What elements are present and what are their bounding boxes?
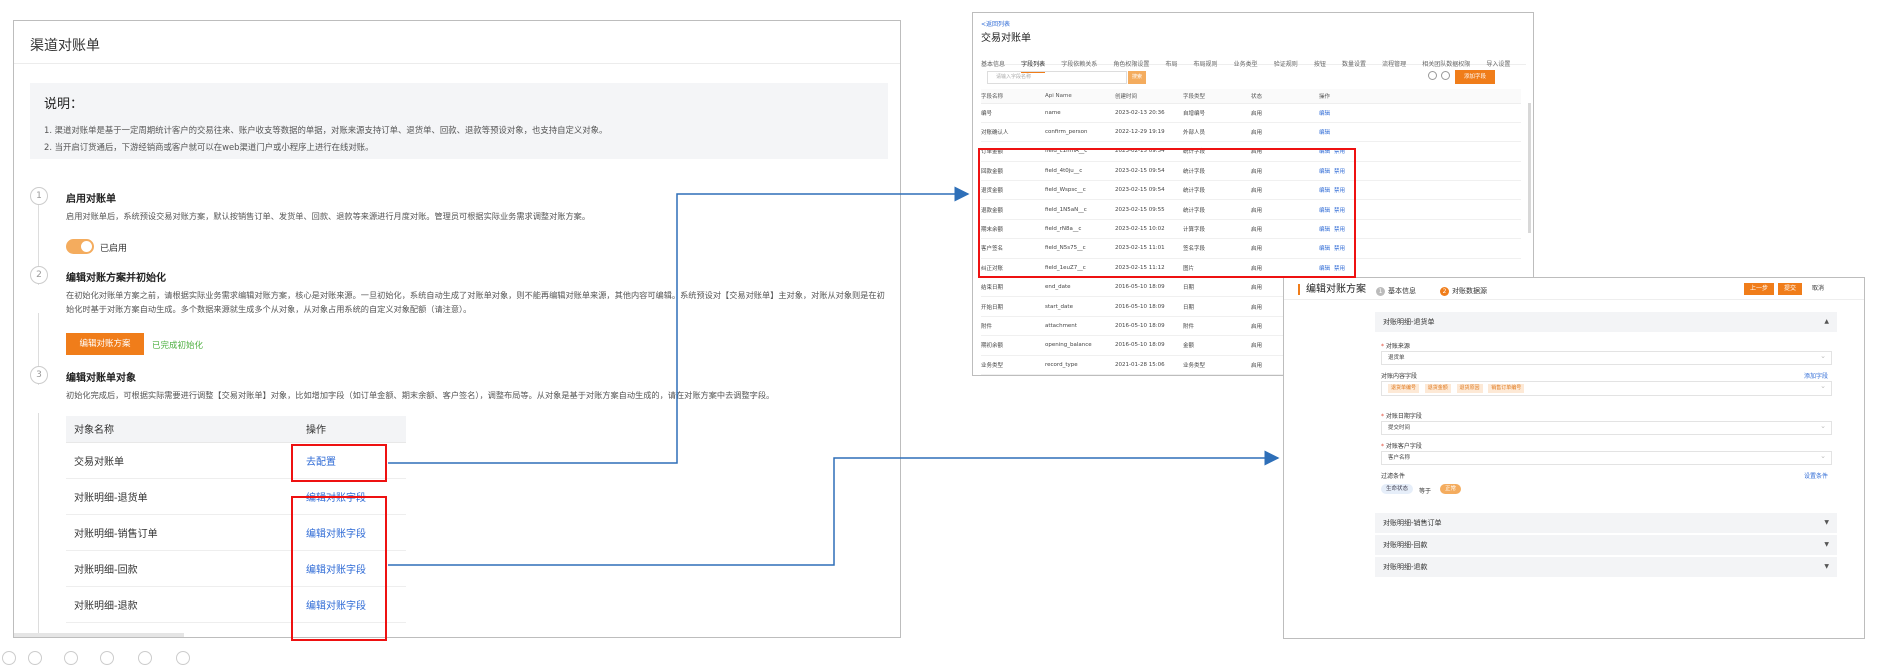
toolbar-icon[interactable] [28,651,42,665]
toolbar-icon[interactable] [100,651,114,665]
arrow [388,186,970,464]
toolbar-icon[interactable] [2,651,16,665]
arrow-connectors [388,186,1280,566]
toolbar-icon[interactable] [138,651,152,665]
edit-icon[interactable] [64,651,78,665]
toolbar-icon[interactable] [176,651,190,665]
arrow [388,450,1280,566]
